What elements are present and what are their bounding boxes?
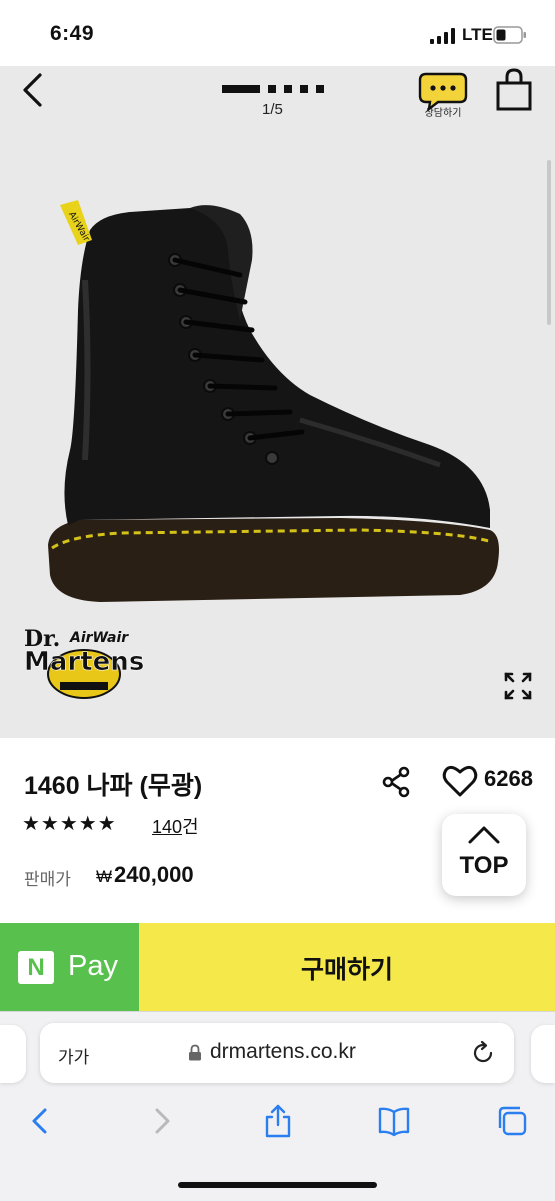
svg-text:AirWair: AirWair	[69, 630, 129, 646]
home-indicator	[178, 1182, 377, 1188]
expand-icon[interactable]	[502, 670, 534, 702]
chat-label: 상담하기	[424, 108, 462, 119]
book-icon[interactable]	[377, 1104, 411, 1138]
chevron-right-icon[interactable]	[144, 1104, 178, 1138]
price-value: 240,000	[114, 862, 194, 887]
lock-icon	[189, 1044, 201, 1061]
npay-label: Pay	[68, 950, 118, 982]
price-label: 판매가	[24, 870, 71, 889]
brand-logo: Dr. AirWair Martens	[24, 626, 145, 699]
buy-label: 구매하기	[300, 956, 393, 984]
scroll-top-button[interactable]: TOP	[442, 814, 526, 896]
price: ₩240,000	[96, 862, 194, 888]
chevron-left-icon[interactable]	[24, 1104, 58, 1138]
shopping-bag-icon[interactable]	[494, 67, 534, 113]
rating-stars: ★★★★★	[22, 813, 117, 835]
next-tab-preview[interactable]	[531, 1025, 555, 1083]
review-count-link[interactable]: 140	[152, 817, 182, 837]
currency-symbol: ₩	[96, 867, 113, 886]
product-title: 1460 나파 (무광)	[24, 772, 203, 800]
signal-icon	[430, 28, 455, 44]
image-pager-dots	[222, 85, 324, 93]
share-up-icon[interactable]	[261, 1104, 295, 1138]
status-time: 6:49	[50, 22, 95, 45]
previous-tab-preview[interactable]	[0, 1025, 26, 1083]
network-label: LTE	[462, 25, 493, 44]
top-label: TOP	[459, 852, 509, 879]
back-chevron-icon[interactable]	[18, 70, 52, 110]
share-icon[interactable]	[380, 766, 412, 798]
review-count-suffix: 건	[182, 817, 199, 837]
like-count: 6268	[484, 766, 533, 791]
reload-icon[interactable]	[470, 1040, 496, 1066]
url-text[interactable]: drmartens.co.kr	[210, 1040, 356, 1064]
svg-text:Martens: Martens	[24, 647, 144, 677]
heart-icon[interactable]	[442, 764, 478, 798]
review-count: 140건	[152, 813, 199, 839]
chevron-up-icon	[468, 826, 500, 844]
text-size-button[interactable]: 가가	[58, 1043, 89, 1068]
npay-logo: N	[18, 951, 54, 984]
image-counter: 1/5	[262, 101, 283, 118]
scroll-indicator	[547, 160, 551, 325]
tabs-icon[interactable]	[495, 1104, 529, 1138]
battery-icon	[493, 26, 526, 44]
buy-button[interactable]: 구매하기	[139, 923, 555, 1011]
product-boot-image: AirWair	[48, 200, 499, 602]
